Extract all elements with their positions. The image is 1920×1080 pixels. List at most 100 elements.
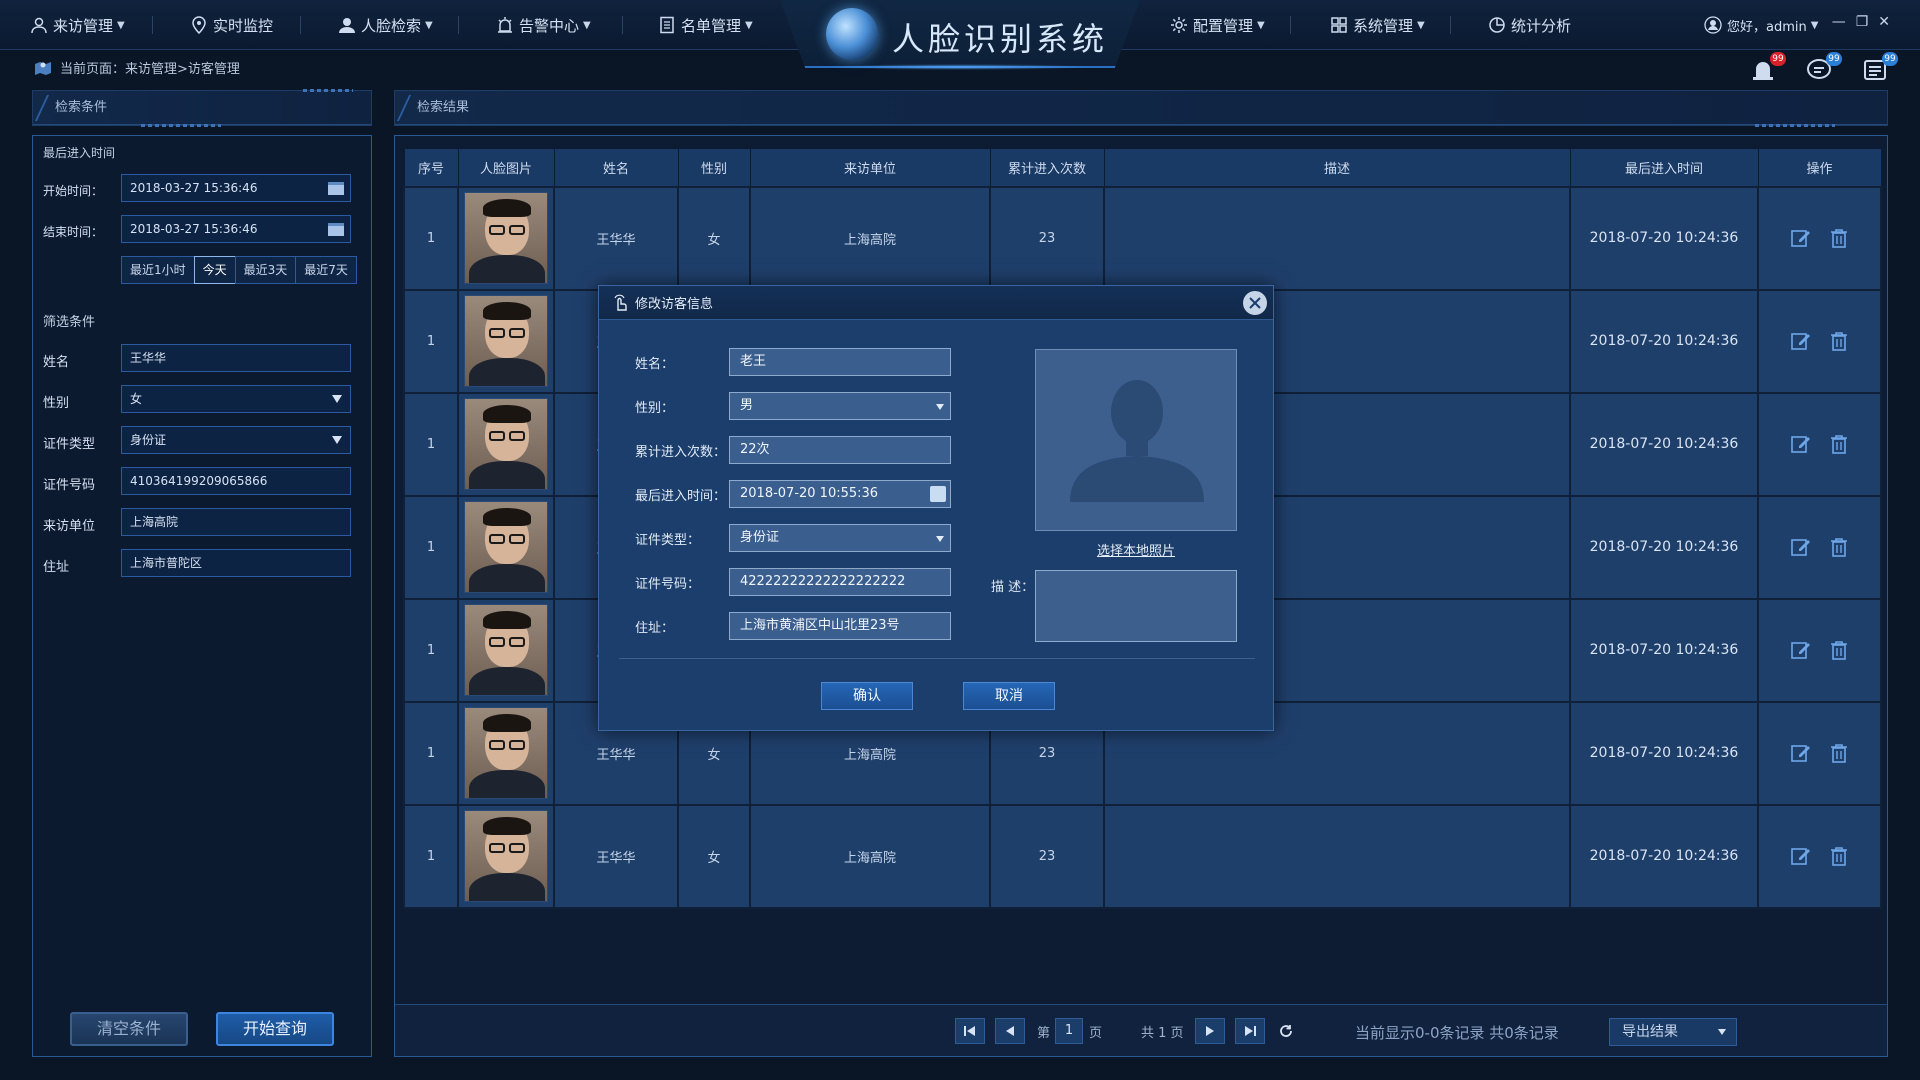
clear-conditions-button[interactable]: 清空条件 <box>70 1012 188 1046</box>
select-local-photo-link[interactable]: 选择本地照片 <box>1035 540 1237 559</box>
quick-range-7d[interactable]: 最近7天 <box>295 256 357 284</box>
total-pages: 共 1 页 <box>1141 1026 1184 1041</box>
end-time-input[interactable]: 2018-03-27 15:36:46 <box>121 215 351 243</box>
edit-icon[interactable] <box>1790 536 1812 558</box>
decorative-dash <box>1755 124 1835 127</box>
first-page-icon <box>964 1026 975 1036</box>
face-thumbnail[interactable] <box>464 501 548 593</box>
calendar-icon[interactable] <box>930 486 946 502</box>
prev-page-button[interactable] <box>995 1018 1025 1044</box>
delete-icon[interactable] <box>1828 742 1850 764</box>
edit-icon[interactable] <box>1790 433 1812 455</box>
modal-count-value: 22次 <box>740 442 770 457</box>
minimize-icon[interactable]: — <box>1832 14 1846 30</box>
user-menu[interactable]: 您好，admin ▼ <box>1704 13 1818 37</box>
nav-config-management[interactable]: 配置管理 ▼ <box>1170 13 1265 37</box>
quick-range-3d[interactable]: 最近3天 <box>234 256 297 284</box>
filter-title: 筛选条件 <box>43 315 96 330</box>
restore-icon[interactable]: ❐ <box>1856 14 1869 30</box>
dialog-close-button[interactable] <box>1243 291 1267 315</box>
table-row[interactable]: 1 王华华女上海高院23 2018-07-20 10:24:36 <box>403 185 1882 291</box>
modal-name-input[interactable]: 老王 <box>729 348 951 376</box>
visit-unit-input[interactable]: 上海高院 <box>121 508 351 536</box>
modal-address-input[interactable]: 上海市黄浦区中山北里23号 <box>729 612 951 640</box>
id-type-select[interactable]: 身份证 <box>121 426 351 454</box>
nav-statistics[interactable]: 统计分析 <box>1488 13 1571 37</box>
edit-icon[interactable] <box>1790 227 1812 249</box>
task-list-button[interactable]: 99 <box>1862 52 1898 84</box>
refresh-icon <box>1280 1025 1292 1037</box>
quick-range-today[interactable]: 今天 <box>193 256 236 284</box>
address-label: 住址 <box>43 560 70 575</box>
calendar-icon[interactable] <box>328 222 344 236</box>
edit-icon[interactable] <box>1790 845 1812 867</box>
quick-range-1h[interactable]: 最近1小时 <box>121 256 195 284</box>
modal-name-value: 老王 <box>740 354 767 369</box>
modal-count-input[interactable]: 22次 <box>729 436 951 464</box>
alarm-bell-button[interactable]: 99 <box>1750 52 1786 84</box>
delete-icon[interactable] <box>1828 639 1850 661</box>
gender-value: 女 <box>130 392 143 406</box>
delete-icon[interactable] <box>1828 536 1850 558</box>
face-thumbnail[interactable] <box>464 398 548 490</box>
row-desc <box>1103 185 1571 291</box>
modal-gender-select[interactable]: 男 <box>729 392 951 420</box>
refresh-button[interactable] <box>1271 1018 1301 1044</box>
modal-desc-textarea[interactable] <box>1035 570 1237 642</box>
nav-realtime-monitor[interactable]: 实时监控 <box>190 13 273 37</box>
next-page-button[interactable] <box>1195 1018 1225 1044</box>
modal-id-type-select[interactable]: 身份证 <box>729 524 951 552</box>
edit-icon[interactable] <box>1790 639 1812 661</box>
face-thumbnail[interactable] <box>464 707 548 799</box>
gender-select[interactable]: 女 <box>121 385 351 413</box>
name-input[interactable]: 王华华 <box>121 344 351 372</box>
delete-icon[interactable] <box>1828 330 1850 352</box>
person-silhouette-icon <box>1070 380 1204 502</box>
edit-icon[interactable] <box>1790 742 1812 764</box>
face-thumbnail[interactable] <box>464 604 548 696</box>
dialog-header: 修改访客信息 <box>599 286 1273 320</box>
close-icon[interactable]: ✕ <box>1878 14 1890 30</box>
nav-visit-management[interactable]: 来访管理 ▼ <box>30 13 125 37</box>
modal-id-number-input[interactable]: 42222222222222222222 <box>729 568 951 596</box>
face-thumbnail[interactable] <box>464 810 548 902</box>
col-time: 最后进入时间 <box>1569 148 1759 187</box>
start-search-button[interactable]: 开始查询 <box>216 1012 334 1046</box>
nav-alarm-center[interactable]: 告警中心 ▼ <box>496 13 591 37</box>
chevron-down-icon: ▼ <box>745 19 753 31</box>
user-icon <box>30 16 48 34</box>
face-thumbnail[interactable] <box>464 295 548 387</box>
message-button[interactable]: 99 <box>1806 52 1842 84</box>
breadcrumb: 当前页面：来访管理>访客管理 <box>34 58 240 77</box>
nav-list-management[interactable]: 名单管理 ▼ <box>658 13 753 37</box>
start-time-input[interactable]: 2018-03-27 15:36:46 <box>121 174 351 202</box>
row-index: 1 <box>403 803 459 909</box>
face-thumbnail-cell <box>457 494 555 600</box>
last-page-button[interactable] <box>1235 1018 1265 1044</box>
nav-system-management[interactable]: 系统管理 ▼ <box>1330 13 1425 37</box>
row-actions <box>1757 391 1882 497</box>
id-number-input[interactable]: 410364199209065866 <box>121 467 351 495</box>
modal-address-label: 住址： <box>635 621 675 636</box>
first-page-button[interactable] <box>955 1018 985 1044</box>
export-label: 导出结果 <box>1622 1024 1678 1040</box>
face-thumbnail[interactable] <box>464 192 548 284</box>
delete-icon[interactable] <box>1828 845 1850 867</box>
address-input[interactable]: 上海市普陀区 <box>121 549 351 577</box>
confirm-button[interactable]: 确认 <box>821 682 913 710</box>
chevron-down-icon: ▼ <box>117 19 125 31</box>
nav-face-search[interactable]: 人脸检索 ▼ <box>338 13 433 37</box>
table-header-row: 序号 人脸图片 姓名 性别 来访单位 累计进入次数 描述 最后进入时间 操作 <box>403 148 1882 187</box>
calendar-icon[interactable] <box>328 181 344 195</box>
id-type-value: 身份证 <box>130 433 167 447</box>
start-time-value: 2018-03-27 15:36:46 <box>130 181 258 195</box>
modal-last-entry-input[interactable]: 2018-07-20 10:55:36 <box>729 480 951 508</box>
cancel-button[interactable]: 取消 <box>963 682 1055 710</box>
page-number-input[interactable]: 1 <box>1055 1018 1083 1044</box>
delete-icon[interactable] <box>1828 227 1850 249</box>
delete-icon[interactable] <box>1828 433 1850 455</box>
modal-address-value: 上海市黄浦区中山北里23号 <box>740 618 900 633</box>
edit-icon[interactable] <box>1790 330 1812 352</box>
table-row[interactable]: 1 王华华女上海高院23 2018-07-20 10:24:36 <box>403 803 1882 909</box>
export-results-select[interactable]: 导出结果 <box>1609 1018 1737 1046</box>
